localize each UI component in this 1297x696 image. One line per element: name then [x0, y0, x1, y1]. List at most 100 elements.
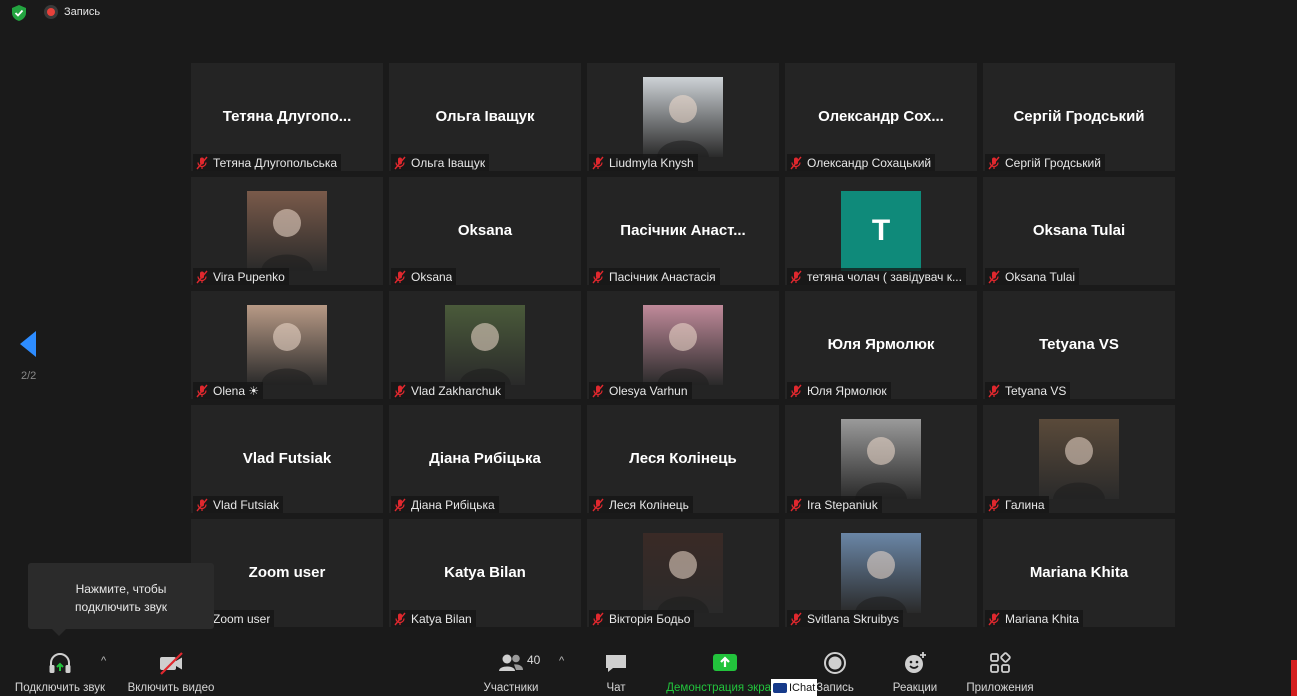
participant-tile[interactable]: Тетяна Длугопо... Тетяна Длугопольська [191, 63, 383, 171]
participant-tile[interactable]: Леся Колінець Леся Колінець [587, 405, 779, 513]
apps-button[interactable]: Приложения [960, 642, 1040, 696]
record-dot-icon [44, 5, 58, 19]
audio-options-caret-icon[interactable]: ^ [101, 655, 106, 667]
participant-tile[interactable]: Zoom user Zoom user [191, 519, 383, 627]
participant-name: Oksana [411, 269, 453, 284]
record-label: Запись [816, 682, 854, 694]
participant-name-label: Vlad Zakharchuk [391, 382, 506, 399]
person-silhouette-icon [657, 323, 709, 385]
headphones-icon [49, 653, 71, 673]
participant-name: тетяна чолач ( завідувач к... [807, 269, 962, 284]
participant-display-name: Леся Колінець [629, 450, 737, 467]
participant-tile[interactable]: Tetyana VS Tetyana VS [983, 291, 1175, 399]
start-video-button[interactable]: Включить видео [120, 642, 222, 696]
connect-audio-button[interactable]: Подключить звук [8, 642, 112, 696]
muted-mic-icon [196, 498, 208, 511]
participant-tile[interactable]: Діана Рибіцька Діана Рибіцька [389, 405, 581, 513]
participant-tile[interactable]: Юля Ярмолюк Юля Ярмолюк [785, 291, 977, 399]
participant-tile[interactable]: Katya Bilan Katya Bilan [389, 519, 581, 627]
chat-button[interactable]: Чат [596, 642, 636, 696]
participant-photo [841, 419, 921, 499]
participant-name: Пасічник Анастасія [609, 269, 716, 284]
participant-tile[interactable]: Svitlana Skruibys [785, 519, 977, 627]
participant-display-name: Oksana Tulai [1032, 222, 1126, 239]
muted-mic-icon [988, 612, 1000, 625]
participant-tile[interactable]: Пасічник Анаст... Пасічник Анастасія [587, 177, 779, 285]
security-shield-icon[interactable] [10, 4, 28, 22]
participant-display-name: Tetyana VS [1039, 336, 1119, 353]
participant-display-name: Oksana [457, 222, 513, 239]
connect-audio-label: Подключить звук [14, 682, 106, 694]
participant-tile[interactable]: Tтетяна чолач ( завідувач к... [785, 177, 977, 285]
participant-name: Tetyana VS [1005, 383, 1067, 398]
muted-mic-icon [196, 384, 208, 397]
participant-tile[interactable]: Сергій Гродський Сергій Гродський [983, 63, 1175, 171]
participant-name: Ольга Іващук [411, 155, 486, 170]
reactions-button[interactable]: Реакции [890, 642, 940, 696]
muted-mic-icon [196, 270, 208, 283]
participant-name-label: Тетяна Длугопольська [193, 154, 342, 171]
participant-tile[interactable]: Liudmyla Knysh [587, 63, 779, 171]
ichat-overlay[interactable]: IChat [771, 679, 817, 696]
participant-name: Галина [1005, 497, 1045, 512]
ichat-label: IChat [789, 681, 816, 694]
participant-avatar: T [841, 191, 921, 271]
muted-mic-icon [394, 498, 406, 511]
participant-photo [445, 305, 525, 385]
person-silhouette-icon [657, 551, 709, 613]
participant-tile[interactable]: Olena ☀ [191, 291, 383, 399]
participant-name-label: Svitlana Skruibys [787, 610, 904, 627]
participant-name-label: Tetyana VS [985, 382, 1071, 399]
person-silhouette-icon [261, 209, 313, 271]
participants-button[interactable]: Участники [478, 642, 544, 696]
participant-photo [643, 533, 723, 613]
participant-photo [643, 305, 723, 385]
apps-label: Приложения [966, 682, 1034, 694]
meeting-toolbar: Подключить звук ^ Включить видео Участни… [0, 642, 1297, 696]
participant-name-label: Katya Bilan [391, 610, 476, 627]
participant-display-name: Сергій Гродський [1013, 108, 1145, 125]
participant-name: Olesya Varhun [609, 383, 688, 398]
participant-name-label: Ira Stepaniuk [787, 496, 882, 513]
muted-mic-icon [592, 612, 604, 625]
page-indicator: 2/2 [21, 370, 37, 382]
participant-name-label: Олександр Сохацький [787, 154, 936, 171]
muted-mic-icon [394, 384, 406, 397]
participant-name: Тетяна Длугопольська [213, 155, 338, 170]
person-silhouette-icon [657, 95, 709, 157]
participants-options-caret-icon[interactable]: ^ [559, 655, 564, 667]
participant-tile[interactable]: Vlad Futsiak Vlad Futsiak [191, 405, 383, 513]
participants-label: Участники [483, 682, 539, 694]
previous-page-arrow-icon[interactable] [18, 330, 38, 358]
recording-indicator[interactable]: Запись [44, 5, 100, 19]
person-silhouette-icon [1053, 437, 1105, 499]
participant-tile[interactable]: Oksana Oksana [389, 177, 581, 285]
participant-name-label: Діана Рибіцька [391, 496, 499, 513]
participant-name: Vlad Zakharchuk [411, 383, 502, 398]
participant-tile[interactable]: Вікторія Бодьо [587, 519, 779, 627]
video-gallery-grid: Тетяна Длугопо... Тетяна Длугопольська Оль… [191, 63, 1175, 627]
participant-display-name: Юля Ярмолюк [827, 336, 935, 353]
participant-name-label: Olena ☀ [193, 382, 264, 399]
participant-name-label: Леся Колінець [589, 496, 693, 513]
muted-mic-icon [592, 498, 604, 511]
participant-tile[interactable]: Olesya Varhun [587, 291, 779, 399]
participant-tile[interactable]: Ольга Іващук Ольга Іващук [389, 63, 581, 171]
participant-tile[interactable]: Vira Pupenko [191, 177, 383, 285]
participant-display-name: Vlad Futsiak [242, 450, 332, 467]
participant-tile[interactable]: Oksana Tulai Oksana Tulai [983, 177, 1175, 285]
share-screen-button[interactable]: Демонстрация экрана [662, 642, 788, 696]
participant-tile[interactable]: Mariana Khita Mariana Khita [983, 519, 1175, 627]
participant-tile[interactable]: Ira Stepaniuk [785, 405, 977, 513]
person-silhouette-icon [855, 437, 907, 499]
participant-name: Katya Bilan [411, 611, 472, 626]
participant-name-label: Ольга Іващук [391, 154, 490, 171]
participant-name: Сергій Гродський [1005, 155, 1101, 170]
record-button[interactable]: Запись [812, 642, 858, 696]
participant-tile[interactable]: Галина [983, 405, 1175, 513]
participant-tile[interactable]: Vlad Zakharchuk [389, 291, 581, 399]
reaction-smiley-icon [905, 652, 926, 673]
person-silhouette-icon [855, 551, 907, 613]
participant-tile[interactable]: Олександр Сох... Олександр Сохацький [785, 63, 977, 171]
record-icon [824, 652, 846, 674]
